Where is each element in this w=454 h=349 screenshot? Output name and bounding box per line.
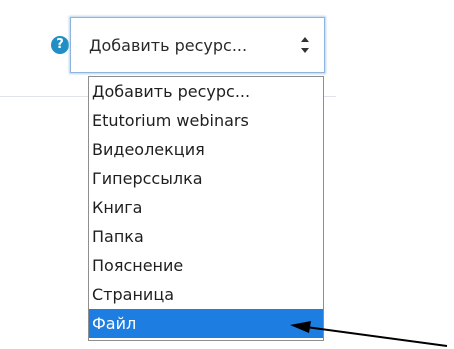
- pointer-arrow-icon: [290, 321, 448, 347]
